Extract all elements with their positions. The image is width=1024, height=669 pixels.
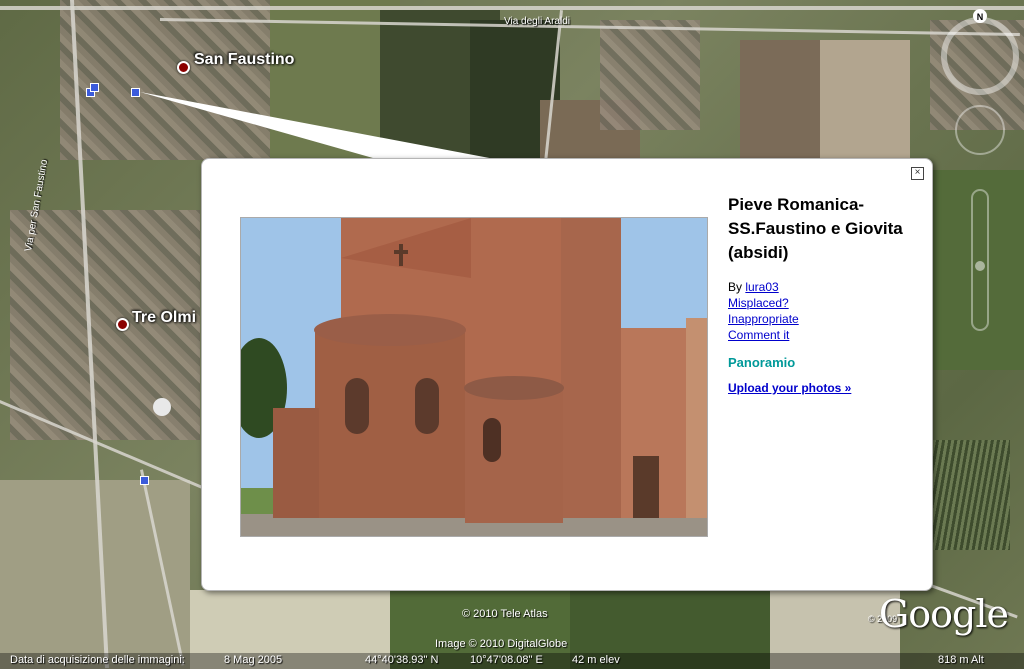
photo-marker[interactable] <box>90 83 99 92</box>
latitude-readout: 44°40'38.93" N <box>365 654 439 666</box>
zoom-slider-thumb[interactable] <box>975 261 985 271</box>
satellite-map[interactable]: San Faustino Tre Olmi Via degli Araldi V… <box>0 0 1024 669</box>
inappropriate-link[interactable]: Inappropriate <box>728 311 918 327</box>
close-icon[interactable]: × <box>911 167 924 180</box>
imagery-date-label: Data di acquisizione delle immagini: <box>10 654 185 666</box>
altitude-readout: 818 m Alt <box>938 654 984 666</box>
place-label-tre-olmi[interactable]: Tre Olmi <box>132 309 196 327</box>
misplaced-link[interactable]: Misplaced? <box>728 295 918 311</box>
photo-marker[interactable] <box>140 476 149 485</box>
water-tower <box>153 398 171 416</box>
imagery-attribution: Image © 2010 DigitalGlobe <box>435 638 568 650</box>
google-logo: Google <box>878 592 1009 636</box>
upload-photos-link[interactable]: Upload your photos » <box>728 380 918 396</box>
comment-link[interactable]: Comment it <box>728 327 918 343</box>
church-photo[interactable] <box>240 217 708 537</box>
photo-title: Pieve Romanica-SS.Faustino e Giovita (ab… <box>728 195 903 262</box>
longitude-readout: 10°47'08.08" E <box>470 654 543 666</box>
info-balloon: × Pieve Romanica-SS.Faustino e Giovita (… <box>201 158 933 591</box>
author-link[interactable]: lura03 <box>745 280 778 294</box>
tele-atlas-attribution: © 2010 Tele Atlas <box>462 608 548 620</box>
panoramio-logo[interactable]: Panoramio <box>728 355 918 370</box>
place-label-san-faustino[interactable]: San Faustino <box>194 51 294 69</box>
place-marker[interactable] <box>116 318 129 331</box>
zoom-slider[interactable] <box>971 189 989 331</box>
author-prefix: By <box>728 280 746 294</box>
place-marker[interactable] <box>177 61 190 74</box>
author-line: By lura03 <box>728 279 918 295</box>
elevation-readout: 42 m elev <box>572 654 620 666</box>
street-label: Via degli Araldi <box>504 16 570 27</box>
north-label: N <box>977 12 984 22</box>
photo-info-panel: Pieve Romanica-SS.Faustino e Giovita (ab… <box>728 193 918 396</box>
photo-marker[interactable] <box>131 88 140 97</box>
navigation-control[interactable]: N <box>940 8 1024 338</box>
move-joystick[interactable] <box>955 105 1005 155</box>
look-ring[interactable] <box>941 17 1019 95</box>
imagery-date-value: 8 Mag 2005 <box>224 654 283 666</box>
